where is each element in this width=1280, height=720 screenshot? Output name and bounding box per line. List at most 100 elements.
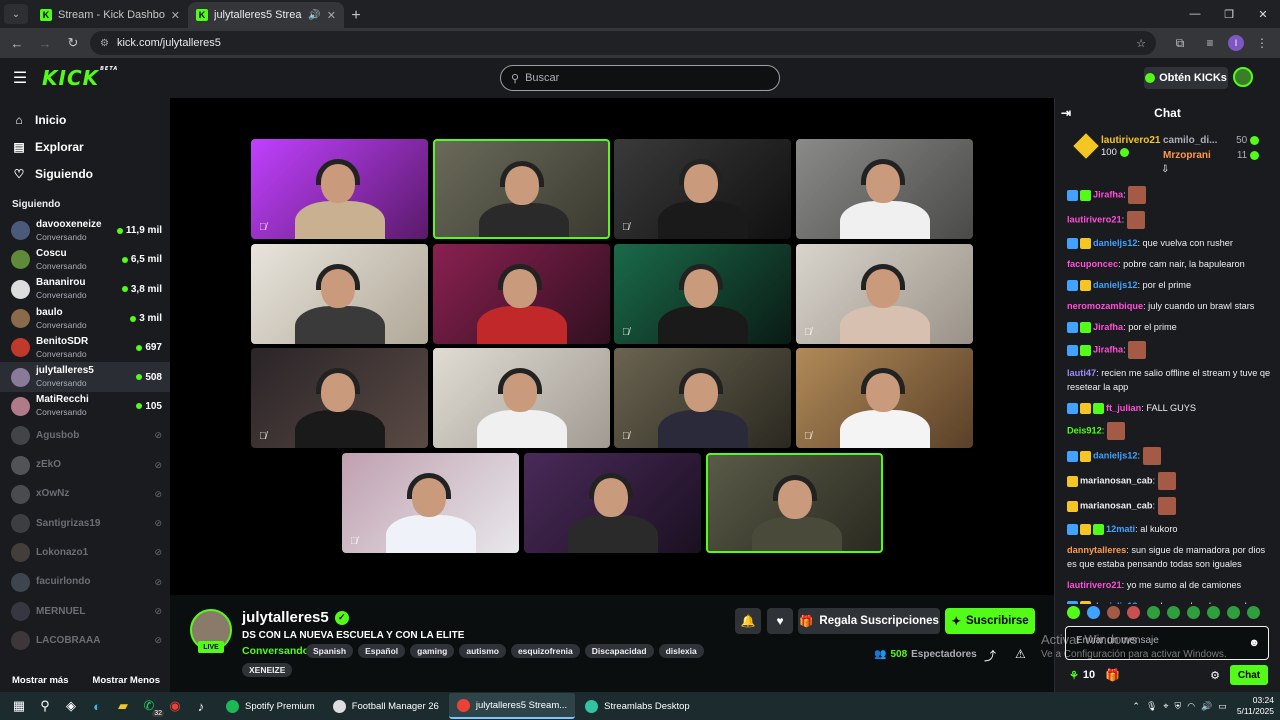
chevron-up-icon[interactable]: ⌃ <box>1132 701 1140 712</box>
chat-username[interactable]: facuponcec <box>1067 259 1118 269</box>
search-input[interactable]: ⚲ Buscar <box>500 65 780 91</box>
follow-heart-icon[interactable]: ♥ <box>767 608 793 634</box>
taskbar-app[interactable]: Spotify Premium <box>218 693 323 719</box>
tab-search-button[interactable]: ⌄ <box>4 4 28 24</box>
channel-name[interactable]: julytalleres5 <box>242 609 329 626</box>
followed-channel[interactable]: MERNUEL ⊘ <box>0 597 170 626</box>
speaker-icon[interactable]: 🔊 <box>308 10 320 21</box>
leaderboard-top-name[interactable]: lautirivero21 <box>1101 134 1160 147</box>
followed-channel[interactable]: MatiRecchi Conversando 105 <box>0 392 170 421</box>
battery-icon[interactable]: ▭ <box>1218 701 1227 712</box>
browser-tab-stream[interactable]: K julytalleres5 Stream - Watch 🔊 ✕ <box>188 2 344 28</box>
leaderboard-name[interactable]: camilo_di... <box>1163 133 1217 148</box>
emote-icon[interactable] <box>1167 606 1180 619</box>
tag-pill[interactable]: Discapacidad <box>584 644 654 658</box>
microphone-icon[interactable]: 🎙 <box>1146 701 1157 712</box>
followed-channel[interactable]: LACOBRAAA ⊘ <box>0 626 170 655</box>
chat-username[interactable]: 12mati <box>1106 524 1135 534</box>
chat-username[interactable]: lauti47 <box>1067 368 1096 378</box>
taskbar-app[interactable]: Football Manager 26 <box>325 693 447 719</box>
chat-username[interactable]: ft_julian <box>1106 403 1141 413</box>
extensions-icon[interactable]: ⧉ <box>1168 32 1192 54</box>
chat-username[interactable]: Jirafha <box>1093 322 1123 332</box>
hamburger-menu-icon[interactable]: ☰ <box>0 68 40 88</box>
windows-start-icon[interactable]: ▦ <box>6 693 32 719</box>
chat-username[interactable]: dannytalleres <box>1067 545 1126 555</box>
emote-icon[interactable] <box>1107 606 1120 619</box>
followed-channel[interactable]: Agusbob ⊘ <box>0 421 170 450</box>
emote-icon[interactable] <box>1207 606 1220 619</box>
chat-username[interactable]: Jirafha <box>1093 344 1123 354</box>
send-chat-button[interactable]: Chat <box>1230 665 1268 685</box>
emote-icon[interactable] <box>1227 606 1240 619</box>
followed-channel[interactable]: xOwNz ⊘ <box>0 480 170 509</box>
tag-pill[interactable]: XENEIZE <box>242 663 293 677</box>
taskbar-search-icon[interactable]: ⚲ <box>32 693 58 719</box>
tiktok-icon[interactable]: ♪ <box>188 693 214 719</box>
category-link[interactable]: Conversando <box>242 645 309 657</box>
volume-icon[interactable]: 🔊 <box>1201 701 1212 712</box>
followed-channel[interactable]: davooxeneize Conversando 11,9 mil <box>0 216 170 245</box>
followed-channel[interactable]: Lokonazo1 ⊘ <box>0 538 170 567</box>
close-tab-icon[interactable]: ✕ <box>327 9 336 22</box>
profile-avatar-icon[interactable]: I <box>1228 35 1244 51</box>
chat-username[interactable]: lautirivero21 <box>1067 580 1122 590</box>
browser-tab-dashboard[interactable]: K Stream - Kick Dashboard ✕ <box>32 2 188 28</box>
chat-username[interactable]: marianosan_cab <box>1080 475 1153 485</box>
chat-username[interactable]: danieljs12 <box>1093 601 1137 604</box>
chat-username[interactable]: marianosan_cab <box>1080 500 1153 510</box>
show-more-button[interactable]: Mostrar más <box>12 675 69 686</box>
video-player[interactable]: 🎙̸ 🎙̸ 🎙̸ 🎙̸ 🎙̸ 🎙̸ 🎙̸ 🎙̸ <box>170 98 1054 595</box>
close-tab-icon[interactable]: ✕ <box>171 9 180 22</box>
subscribe-button[interactable]: ✦ Suscribirse <box>945 608 1035 634</box>
tag-pill[interactable]: esquizofrenia <box>510 644 580 658</box>
forward-arrow-icon[interactable]: → <box>34 32 56 54</box>
edge-icon[interactable]: ◐ <box>84 693 110 719</box>
followed-channel[interactable]: zEkO ⊘ <box>0 450 170 479</box>
browser-menu-icon[interactable]: ⋮ <box>1250 32 1274 54</box>
report-icon[interactable]: ⚠ <box>1015 647 1026 661</box>
chat-settings-gear-icon[interactable]: ⚙ <box>1210 669 1220 682</box>
bookmark-star-icon[interactable]: ☆ <box>1136 37 1146 50</box>
emote-icon[interactable] <box>1147 606 1160 619</box>
chat-username[interactable]: danieljs12 <box>1093 450 1137 460</box>
leaderboard-name[interactable]: Mrzoprani <box>1163 148 1211 163</box>
minimize-icon[interactable]: — <box>1178 0 1212 28</box>
followed-channel[interactable]: julytalleres5 Conversando 508 <box>0 362 170 392</box>
taskbar-app[interactable]: julytalleres5 Stream... <box>448 693 576 719</box>
followed-channel[interactable]: facuirlondo ⊘ <box>0 568 170 597</box>
gift-icon[interactable]: 🎁 <box>1105 668 1120 682</box>
channel-points[interactable]: ⚘ 10 <box>1069 669 1095 682</box>
followed-channel[interactable]: Coscu Conversando 6,5 mil <box>0 245 170 274</box>
tag-pill[interactable]: Spanish <box>306 644 354 658</box>
chat-username[interactable]: Jirafha <box>1093 189 1123 199</box>
restore-icon[interactable]: ❐ <box>1212 0 1246 28</box>
chat-username[interactable]: Deis912 <box>1067 425 1102 435</box>
file-explorer-icon[interactable]: ▰ <box>110 693 136 719</box>
media-control-icon[interactable]: ≡ <box>1198 32 1222 54</box>
tag-pill[interactable]: autismo <box>459 644 506 658</box>
clock[interactable]: 03:24 5/11/2025 <box>1237 695 1274 717</box>
share-icon[interactable]: ⤴ <box>984 647 996 664</box>
chat-username[interactable]: danieljs12 <box>1093 238 1137 248</box>
emote-icon[interactable] <box>1087 606 1100 619</box>
tag-pill[interactable]: dislexia <box>658 644 704 658</box>
expand-leaderboard-icon[interactable]: ⇩ <box>1161 164 1169 175</box>
show-less-button[interactable]: Mostrar Menos <box>92 675 160 686</box>
new-tab-button[interactable]: + <box>344 4 368 28</box>
gift-subs-button[interactable]: 🎁 Regala Suscripciones <box>798 608 940 634</box>
followed-channel[interactable]: baulo Conversando 3 mil <box>0 304 170 333</box>
get-kicks-button[interactable]: Obtén KICKs <box>1144 67 1228 89</box>
notification-bell-icon[interactable]: 🔔 <box>735 608 761 634</box>
chat-input[interactable]: Enviar un mensaje ☻ <box>1065 626 1269 660</box>
followed-channel[interactable]: BenitoSDR Conversando 697 <box>0 333 170 362</box>
chat-username[interactable]: danieljs12 <box>1093 280 1137 290</box>
wifi-icon[interactable]: ◠ <box>1187 701 1195 712</box>
back-arrow-icon[interactable]: ← <box>6 32 28 54</box>
location-icon[interactable]: ⌖ <box>1163 701 1168 712</box>
url-input[interactable]: ⚙ kick.com/julytalleres5 ☆ <box>90 31 1156 55</box>
emoji-picker-icon[interactable]: ☻ <box>1248 637 1260 649</box>
site-info-icon[interactable]: ⚙ <box>100 38 109 49</box>
shield-icon[interactable]: ⛨ <box>1174 701 1181 712</box>
followed-channel[interactable]: Santigrizas19 ⊘ <box>0 509 170 538</box>
